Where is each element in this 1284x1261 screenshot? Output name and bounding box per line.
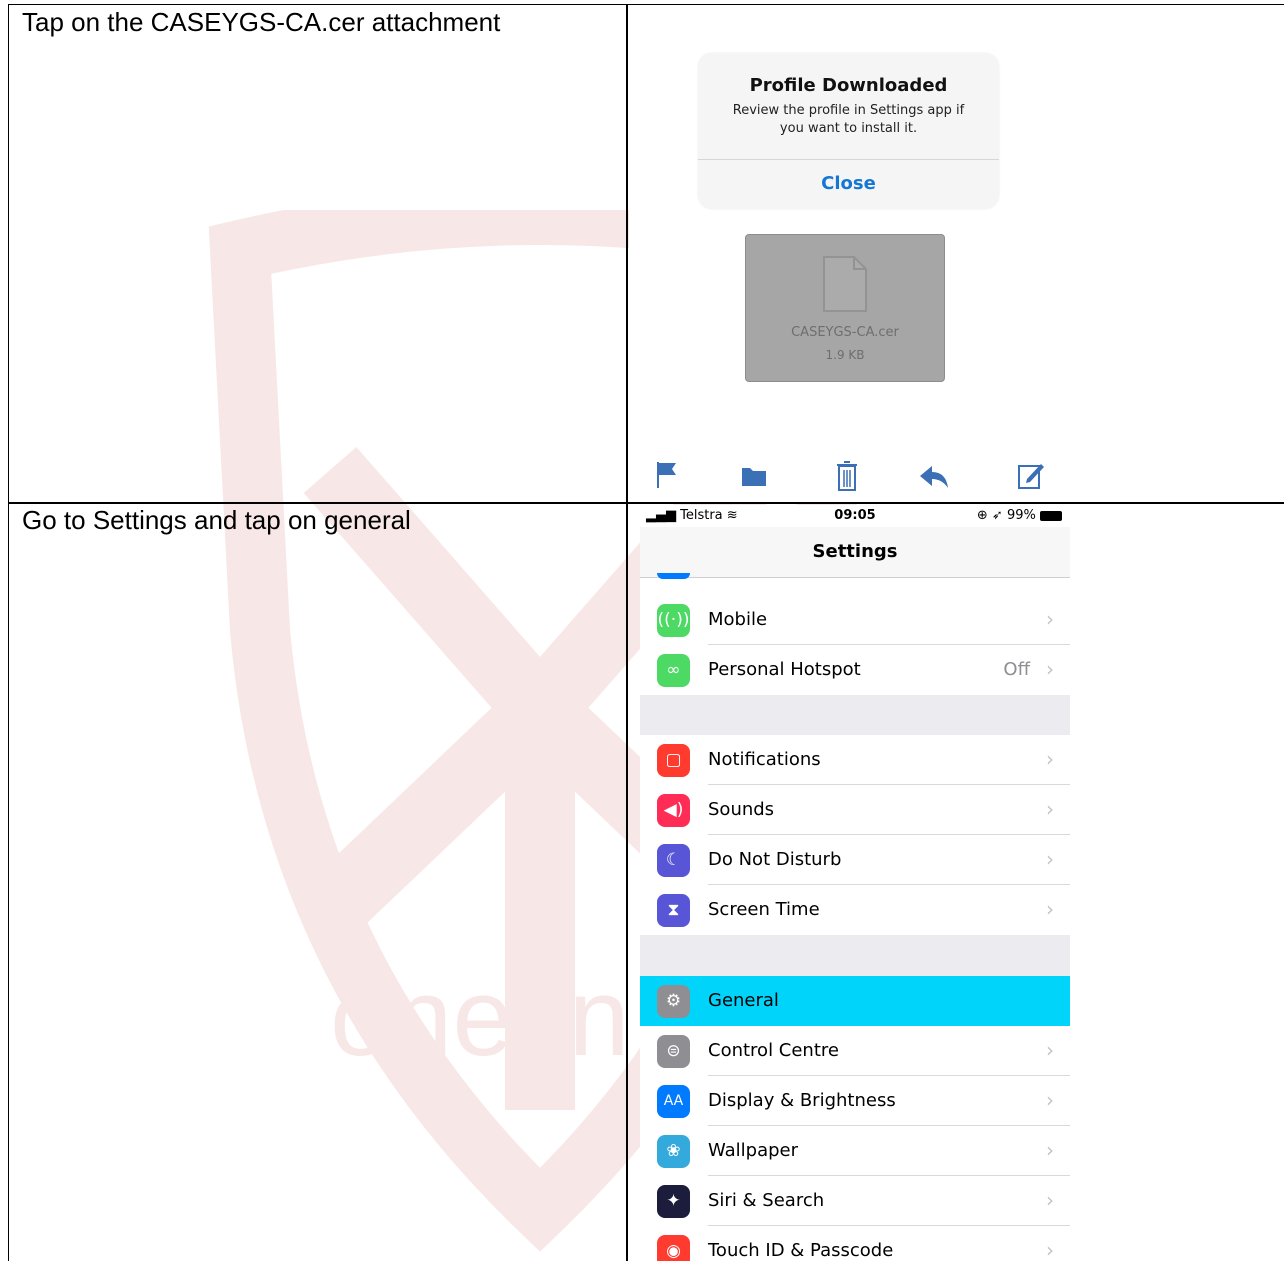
- settings-row-display-brightness[interactable]: AA Display & Brightness ›: [640, 1076, 1070, 1126]
- instruction-step-2: Go to Settings and tap on general: [22, 505, 411, 535]
- row-label: Display & Brightness: [708, 1090, 896, 1111]
- settings-screenshot: ▂▄▆ Telstra ≋ 09:05 ⊕ ➶ 99% Settings ((·…: [640, 505, 1070, 1261]
- chevron-right-icon: ›: [1046, 747, 1054, 771]
- row-label: General: [708, 990, 779, 1011]
- flower-icon: ❀: [657, 1135, 690, 1168]
- settings-row-touch-id[interactable]: ◉ Touch ID & Passcode ›: [640, 1226, 1070, 1261]
- row-label: Notifications: [708, 749, 821, 770]
- settings-row-do-not-disturb[interactable]: ☾ Do Not Disturb ›: [640, 835, 1070, 885]
- row-label: Siri & Search: [708, 1190, 825, 1211]
- chevron-right-icon: ›: [1046, 1188, 1054, 1212]
- notifications-icon: ▢: [657, 744, 690, 777]
- status-right: ⊕ ➶ 99%: [977, 508, 1062, 523]
- table-left-border: [8, 4, 9, 1261]
- row-label: Do Not Disturb: [708, 849, 842, 870]
- trash-icon[interactable]: [836, 460, 858, 492]
- chevron-right-icon: ›: [1046, 1238, 1054, 1261]
- settings-row-screen-time[interactable]: ⧗ Screen Time ›: [640, 885, 1070, 935]
- row-value: Off: [1003, 659, 1030, 680]
- folder-icon[interactable]: [740, 464, 768, 488]
- settings-row-personal-hotspot[interactable]: ∞ Personal Hotspot Off ›: [640, 645, 1070, 695]
- alert-message: Review the profile in Settings app if yo…: [732, 103, 965, 136]
- row-label: Wallpaper: [708, 1140, 799, 1161]
- chevron-right-icon: ›: [1046, 797, 1054, 821]
- mail-toolbar: [629, 460, 1059, 496]
- chevron-right-icon: ›: [1046, 1038, 1054, 1062]
- settings-row-general[interactable]: ⚙ General: [640, 976, 1070, 1026]
- settings-row-sounds[interactable]: ◀) Sounds ›: [640, 785, 1070, 835]
- settings-nav-bar: Settings: [640, 527, 1070, 578]
- row-label: Personal Hotspot: [708, 659, 861, 680]
- settings-row-mobile[interactable]: ((·)) Mobile ›: [640, 595, 1070, 645]
- attachment-tile[interactable]: CASEYGS-CA.cer 1.9 KB: [745, 234, 945, 382]
- page-title: Settings: [812, 541, 898, 562]
- fingerprint-icon: ◉: [657, 1235, 690, 1261]
- text-size-icon: AA: [657, 1085, 690, 1118]
- svg-text:one in: one in: [330, 956, 630, 1079]
- section-gap: [640, 695, 1070, 735]
- settings-row-control-centre[interactable]: ⊜ Control Centre ›: [640, 1026, 1070, 1076]
- status-bar: ▂▄▆ Telstra ≋ 09:05 ⊕ ➶ 99%: [640, 505, 1070, 527]
- hotspot-icon: ∞: [657, 654, 690, 687]
- mail-attachment-screenshot: Profile Downloaded Review the profile in…: [629, 5, 1059, 502]
- siri-icon: ✦: [657, 1185, 690, 1218]
- settings-row-notifications[interactable]: ▢ Notifications ›: [640, 735, 1070, 785]
- moon-icon: ☾: [657, 844, 690, 877]
- chevron-right-icon: ›: [1046, 1088, 1054, 1112]
- settings-row-wallpaper[interactable]: ❀ Wallpaper ›: [640, 1126, 1070, 1176]
- toggles-icon: ⊜: [657, 1035, 690, 1068]
- profile-downloaded-alert: Profile Downloaded Review the profile in…: [698, 53, 999, 209]
- section-gap: [640, 935, 1070, 976]
- chevron-right-icon: ›: [1046, 607, 1054, 631]
- compose-icon[interactable]: [1017, 460, 1045, 490]
- row-label: Screen Time: [708, 899, 820, 920]
- chevron-right-icon: ›: [1046, 657, 1054, 681]
- row-label: Touch ID & Passcode: [708, 1240, 894, 1261]
- flag-icon[interactable]: [655, 460, 679, 490]
- reply-icon[interactable]: [918, 464, 950, 490]
- attachment-name: CASEYGS-CA.cer: [791, 325, 899, 340]
- table-row-divider: [8, 502, 1284, 504]
- row-label: Control Centre: [708, 1040, 839, 1061]
- hourglass-icon: ⧗: [657, 894, 690, 927]
- chevron-right-icon: ›: [1046, 1138, 1054, 1162]
- partial-row-icon: [657, 573, 690, 579]
- antenna-icon: ((·)): [657, 604, 690, 637]
- gear-icon: ⚙: [657, 985, 690, 1018]
- row-label: Sounds: [708, 799, 775, 820]
- row-label: Mobile: [708, 609, 768, 630]
- alert-close-button[interactable]: Close: [698, 159, 999, 209]
- instruction-step-1: Tap on the CASEYGS-CA.cer attachment: [22, 7, 501, 37]
- location-icon: ➶: [991, 508, 1003, 523]
- document-icon: [823, 256, 867, 312]
- table-column-divider: [626, 4, 628, 1261]
- speaker-icon: ◀): [657, 794, 690, 827]
- lock-rotation-icon: ⊕: [976, 508, 988, 523]
- attachment-size: 1.9 KB: [825, 348, 865, 362]
- chevron-right-icon: ›: [1046, 897, 1054, 921]
- battery-icon: [1040, 510, 1062, 521]
- chevron-right-icon: ›: [1046, 847, 1054, 871]
- table-top-border: [8, 4, 1284, 5]
- alert-title: Profile Downloaded: [749, 75, 948, 96]
- settings-row-siri-search[interactable]: ✦ Siri & Search ›: [640, 1176, 1070, 1226]
